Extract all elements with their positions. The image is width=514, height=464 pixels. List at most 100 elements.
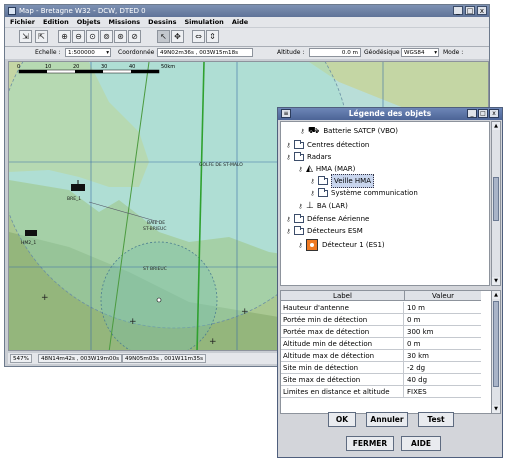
legend-menu-button[interactable]: ≡ xyxy=(281,109,291,118)
table-row[interactable]: Hauteur d'antenne 10 m xyxy=(281,302,481,314)
tree-label-defense-aerienne: Défense Aérienne xyxy=(307,215,370,223)
key-icon: ⚷ xyxy=(310,177,315,185)
table-row[interactable]: Site min de détection -2 dg xyxy=(281,362,481,374)
select-pointer-icon[interactable]: ↖ xyxy=(157,30,170,43)
save-map-icon[interactable]: ⇱ xyxy=(35,30,48,43)
fermer-button[interactable]: FERMER xyxy=(346,436,394,451)
tree-item-defense-aerienne[interactable]: ⚷ Défense Aérienne xyxy=(285,213,369,225)
table-row[interactable]: Portée max de détection 300 km xyxy=(281,326,481,338)
tree-label-ba-lar: BA (LAR) xyxy=(316,202,348,210)
menu-bar: Fichier Edition Objets Missions Dessins … xyxy=(5,17,489,27)
property-label: Limites en distance et altitude xyxy=(283,386,404,398)
menu-objets[interactable]: Objets xyxy=(77,17,101,27)
scroll-up-icon[interactable]: ▲ xyxy=(492,122,500,130)
scale-tick-20: 20 xyxy=(73,64,79,70)
horizontal-flip-icon[interactable]: ⇔ xyxy=(192,30,205,43)
property-value[interactable]: 0 m xyxy=(407,338,421,350)
key-icon: ⚷ xyxy=(286,215,291,223)
tree-label-veille-hma: Veille HMA xyxy=(331,174,375,188)
minimize-button[interactable]: _ xyxy=(453,6,463,15)
property-value[interactable]: -2 dg xyxy=(407,362,425,374)
legend-close-button[interactable]: x xyxy=(489,109,499,118)
table-row[interactable]: Altitude min de détection 0 m xyxy=(281,338,481,350)
altitude-field: 0.0 m xyxy=(309,48,361,57)
menu-edition[interactable]: Edition xyxy=(43,17,69,27)
zoom-in-icon[interactable]: ⊕ xyxy=(58,30,71,43)
menu-aide[interactable]: Aide xyxy=(232,17,248,27)
property-value[interactable]: 10 m xyxy=(407,302,425,314)
tree-label-detecteur-1: Détecteur 1 (ES1) xyxy=(322,241,385,249)
property-label: Site min de détection xyxy=(283,362,404,374)
table-row[interactable]: Site max de détection 40 dg xyxy=(281,374,481,386)
close-button[interactable]: x xyxy=(477,6,487,15)
tree-item-detecteurs-esm[interactable]: ⚷ Détecteurs ESM xyxy=(285,225,363,237)
zoom-window-icon[interactable]: ⊙ xyxy=(86,30,99,43)
tree-item-detecteur-1[interactable]: ⚷ Détecteur 1 (ES1) xyxy=(297,239,385,251)
scroll-down-icon[interactable]: ▼ xyxy=(492,405,500,413)
properties-scrollbar[interactable]: ▲ ▼ xyxy=(491,290,501,414)
tree-item-radars[interactable]: ⚷ Radars xyxy=(285,151,331,163)
status-coord-2: 49N05m03s , 001W11m35s xyxy=(122,354,207,363)
tree-label-systeme-communication: Système communication xyxy=(331,189,418,197)
menu-simulation[interactable]: Simulation xyxy=(184,17,223,27)
zoom-previous-icon[interactable]: ⊚ xyxy=(100,30,113,43)
vertical-flip-icon[interactable]: ⇕ xyxy=(206,30,219,43)
legend-minimize-button[interactable]: _ xyxy=(467,109,477,118)
coord-field: 49N02m36s , 003W15m18s xyxy=(157,48,253,57)
legend-title: Légende des objets xyxy=(348,109,432,118)
open-map-icon[interactable]: ⇲ xyxy=(19,30,32,43)
scroll-up-icon[interactable]: ▲ xyxy=(492,291,500,299)
ok-button[interactable]: OK xyxy=(328,412,356,427)
scale-select[interactable]: 1:500000 ▾ xyxy=(65,48,111,57)
label-baie-2: ST-BRIEUC xyxy=(143,226,166,232)
launcher-icon: ⛟ xyxy=(308,126,320,136)
zoom-out-icon[interactable]: ⊖ xyxy=(72,30,85,43)
test-button[interactable]: Test xyxy=(418,412,454,427)
maximize-button[interactable]: □ xyxy=(465,6,475,15)
table-row[interactable]: Limites en distance et altitude FIXES xyxy=(281,386,481,398)
tree-item-veille-hma[interactable]: ⚷ Veille HMA xyxy=(309,174,375,188)
tree-item-systeme-communication[interactable]: ⚷ Système communication xyxy=(309,187,418,199)
properties-table: Label Valeur Hauteur d'antenne 10 m Port… xyxy=(280,290,492,414)
toolbar: ⇲ ⇱ ⊕ ⊖ ⊙ ⊚ ⊛ ⊘ ↖ ✥ ⇔ ⇕ xyxy=(5,28,489,47)
geodesic-select[interactable]: WGS84 ▾ xyxy=(401,48,439,57)
cancel-button[interactable]: Annuler xyxy=(366,412,408,427)
properties-scroll-thumb[interactable] xyxy=(493,301,499,387)
menu-fichier[interactable]: Fichier xyxy=(10,17,35,27)
tree-label-centres: Centres détection xyxy=(307,141,370,149)
property-label: Altitude min de détection xyxy=(283,338,404,350)
legend-maximize-button[interactable]: □ xyxy=(478,109,488,118)
property-value[interactable]: 300 km xyxy=(407,326,433,338)
property-value[interactable]: 30 km xyxy=(407,350,429,362)
tree-item-batterie[interactable]: ⚷ ⛟ Batterie SATCP (VBO) xyxy=(299,125,398,137)
scroll-down-icon[interactable]: ▼ xyxy=(492,277,500,285)
tree-label-batterie: Batterie SATCP (VBO) xyxy=(323,127,399,135)
property-value[interactable]: FIXES xyxy=(407,386,427,398)
unit-label-bre1: BRE_1 xyxy=(67,196,81,202)
legend-title-bar: ≡ Légende des objets _ □ x xyxy=(278,108,502,120)
zoom-reset-icon[interactable]: ⊘ xyxy=(128,30,141,43)
column-header-label[interactable]: Label xyxy=(281,291,405,301)
column-header-value[interactable]: Valeur xyxy=(405,291,481,301)
aide-button[interactable]: AIDE xyxy=(401,436,441,451)
menu-missions[interactable]: Missions xyxy=(109,17,141,27)
table-row[interactable]: Altitude max de détection 30 km xyxy=(281,350,481,362)
info-bar: Echelle : 1:500000 ▾ Coordonnée : 49N02m… xyxy=(5,47,489,59)
tree-item-centres[interactable]: ⚷ Centres détection xyxy=(285,139,369,151)
property-value[interactable]: 0 m xyxy=(407,314,421,326)
geodesic-value: WGS84 xyxy=(404,50,425,56)
key-icon: ⚷ xyxy=(286,227,291,235)
scale-tick-0: 0 xyxy=(17,64,20,70)
radar-dish-icon: ◭ xyxy=(306,164,313,174)
menu-dessins[interactable]: Dessins xyxy=(148,17,176,27)
esm-position-marker[interactable] xyxy=(156,297,162,303)
tree-item-ba-lar[interactable]: ⚷ ⊥ BA (LAR) xyxy=(297,200,348,212)
scale-value: 1:500000 xyxy=(68,50,95,56)
property-value[interactable]: 40 dg xyxy=(407,374,427,386)
tree-scroll-thumb[interactable] xyxy=(493,177,499,221)
pan-move-icon[interactable]: ✥ xyxy=(171,30,184,43)
table-row[interactable]: Portée min de détection 0 m xyxy=(281,314,481,326)
tree-scrollbar[interactable]: ▲ ▼ xyxy=(491,121,501,286)
folder-icon xyxy=(318,175,328,185)
zoom-full-icon[interactable]: ⊛ xyxy=(114,30,127,43)
